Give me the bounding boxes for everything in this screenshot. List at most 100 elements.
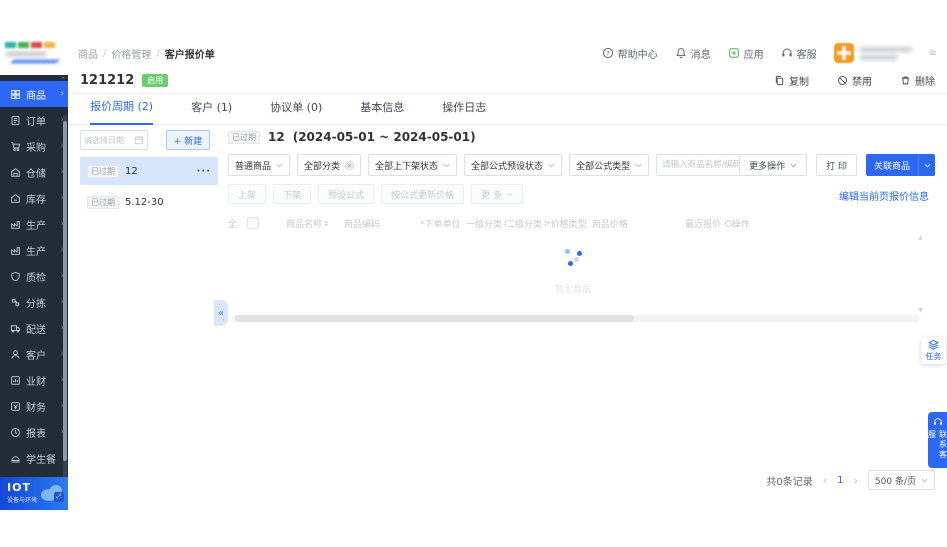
sidebar-item-customers[interactable]: 客户›	[0, 341, 68, 367]
sidebar-item-reports[interactable]: 报表›	[0, 419, 68, 445]
avatar	[834, 43, 854, 63]
logo-text-redacted	[6, 52, 46, 56]
prev-page-button[interactable]: ‹	[823, 474, 827, 487]
table-header: 全 商品名称 商品编码 *下单单位 一级分类 二级分类 *价格类型 商品价格 最…	[228, 212, 923, 234]
sidebar-item-student-meals[interactable]: 学生餐	[0, 445, 68, 471]
bell-icon	[675, 47, 687, 59]
off-shelf-button[interactable]: 下架	[273, 184, 311, 204]
tab-operation-log[interactable]: 操作日志	[442, 99, 486, 124]
purchase-icon	[10, 141, 21, 152]
tab-basic-info[interactable]: 基本信息	[360, 99, 404, 124]
cloche-icon	[10, 453, 21, 464]
date-input[interactable]	[84, 136, 132, 145]
clear-icon[interactable]: ×	[345, 161, 354, 170]
apps-button[interactable]: 应用	[728, 46, 764, 61]
breadcrumb-price-management[interactable]: 价格管理	[111, 46, 151, 61]
ban-icon	[837, 75, 848, 86]
product-type-select[interactable]: 普通商品	[228, 154, 290, 176]
sidebar-nav: ⌃ 商品› 订单› 采购› 仓储› 库存› 生产› 生产›	[0, 75, 68, 477]
select-all-checkbox[interactable]	[247, 217, 259, 229]
next-page-button[interactable]: ›	[854, 474, 858, 487]
column-product-name[interactable]: 商品名称	[286, 217, 344, 230]
sidebar-item-purchase[interactable]: 采购›	[0, 133, 68, 159]
breadcrumb-goods[interactable]: 商品	[78, 46, 98, 61]
scroll-up-icon[interactable]: ▲	[918, 234, 923, 241]
sidebar-item-warehouse[interactable]: 仓储›	[0, 159, 68, 185]
period-date-picker[interactable]	[80, 130, 148, 150]
logo-color-bars	[5, 42, 55, 48]
on-shelf-button[interactable]: 上架	[228, 184, 266, 204]
scroll-left-icon[interactable]: ‹	[222, 315, 225, 324]
cloud-share-icon: ⤢	[39, 483, 65, 503]
tab-agreement[interactable]: 协议单 (0)	[270, 99, 322, 124]
table-empty-state: 暂无数据	[228, 246, 918, 295]
sidebar-item-sorting[interactable]: 分拣›	[0, 289, 68, 315]
new-period-button[interactable]: + 新建	[166, 130, 210, 150]
sort-icon[interactable]	[324, 220, 328, 227]
collapse-panel-handle[interactable]: «	[214, 300, 228, 326]
chevron-down-icon	[443, 163, 450, 168]
item-menu-icon[interactable]: ···	[197, 166, 211, 177]
category-select[interactable]: 全部分类 ×	[297, 154, 361, 176]
chevron-down-icon[interactable]	[919, 154, 935, 176]
more-actions-button[interactable]: 更多操作	[739, 154, 807, 176]
product-search-input[interactable]	[656, 154, 752, 176]
update-price-by-formula-button[interactable]: 按公式更新价格	[381, 184, 464, 204]
page-title: 121212	[80, 73, 134, 88]
user-account[interactable]	[834, 43, 912, 63]
column-category-l1[interactable]: 一级分类	[466, 217, 506, 230]
contact-service-float-button[interactable]: 联系客服	[928, 412, 947, 468]
more-menu-icon[interactable]: ≡	[929, 48, 937, 59]
pagination: 共0条记录 ‹ 1 › 500 条/页	[766, 470, 935, 490]
sidebar-vertical-scrollbar[interactable]	[63, 115, 67, 505]
help-center-button[interactable]: ? 帮助中心	[602, 46, 658, 61]
link-products-button[interactable]: 关联商品	[866, 154, 935, 176]
period-list-item[interactable]: 已过期 12 ···	[80, 157, 218, 185]
task-float-button[interactable]: 任务	[921, 337, 946, 364]
sidebar-item-delivery[interactable]: 配送›	[0, 315, 68, 341]
page-size-select[interactable]: 500 条/页	[868, 470, 935, 490]
formula-type-select[interactable]: 全部公式类型	[569, 154, 649, 176]
info-icon[interactable]	[725, 220, 732, 227]
preset-formula-button[interactable]: 预设公式	[318, 184, 374, 204]
messages-button[interactable]: 消息	[675, 46, 711, 61]
iot-banner[interactable]: IOT 设备与环境 ⤢	[0, 477, 68, 510]
sidebar-item-production[interactable]: 生产›	[0, 211, 68, 237]
app-logo[interactable]	[0, 38, 68, 75]
customer-service-button[interactable]: 客服	[781, 46, 817, 61]
goods-icon	[10, 89, 21, 100]
delete-button[interactable]: 删除	[900, 73, 935, 88]
calendar-icon	[134, 135, 144, 145]
period-date-range: (2024-05-01 ~ 2024-05-01)	[293, 130, 476, 144]
topbar-actions: ? 帮助中心 消息 应用 客服 ≡	[602, 43, 937, 63]
expired-badge: 已过期	[87, 196, 119, 209]
print-button[interactable]: 打 印	[816, 154, 857, 176]
sidebar-item-goods[interactable]: 商品›	[0, 81, 68, 107]
table-horizontal-scrollbar[interactable]	[232, 315, 920, 322]
copy-button[interactable]: 复制	[774, 73, 809, 88]
tab-customer[interactable]: 客户 (1)	[191, 99, 232, 124]
more-button[interactable]: 更 多	[471, 184, 523, 204]
column-category-l2[interactable]: 二级分类	[506, 217, 546, 230]
sidebar-item-business-finance[interactable]: 业财›	[0, 367, 68, 393]
scrollbar-thumb[interactable]	[235, 315, 634, 322]
headset-icon	[781, 47, 793, 59]
sidebar-item-inventory[interactable]: 库存›	[0, 185, 68, 211]
tab-quote-period[interactable]: 报价周期 (2)	[90, 98, 153, 125]
user-name-redacted	[860, 47, 912, 60]
scroll-down-icon[interactable]: ▼	[918, 307, 923, 314]
sidebar-item-finance[interactable]: 财务›	[0, 393, 68, 419]
sidebar-item-orders[interactable]: 订单›	[0, 107, 68, 133]
page-number[interactable]: 1	[837, 475, 843, 486]
edit-current-page-quotes-link[interactable]: 编辑当前页报价信息	[839, 188, 929, 203]
tab-bar: 报价周期 (2) 客户 (1) 协议单 (0) 基本信息 操作日志	[68, 95, 947, 125]
shelf-status-select[interactable]: 全部上下架状态	[368, 154, 457, 176]
sidebar-item-quality[interactable]: 质检›	[0, 263, 68, 289]
expired-badge: 已过期	[228, 131, 260, 144]
period-list-item[interactable]: 已过期 5.12-30	[80, 191, 218, 213]
disable-button[interactable]: 禁用	[837, 73, 872, 88]
truck-icon	[10, 323, 21, 334]
formula-preset-status-select[interactable]: 全部公式预设状态	[464, 154, 562, 176]
table-vertical-scrollbar[interactable]: ▲ ▼	[918, 234, 923, 314]
sidebar-item-production-2[interactable]: 生产›	[0, 237, 68, 263]
